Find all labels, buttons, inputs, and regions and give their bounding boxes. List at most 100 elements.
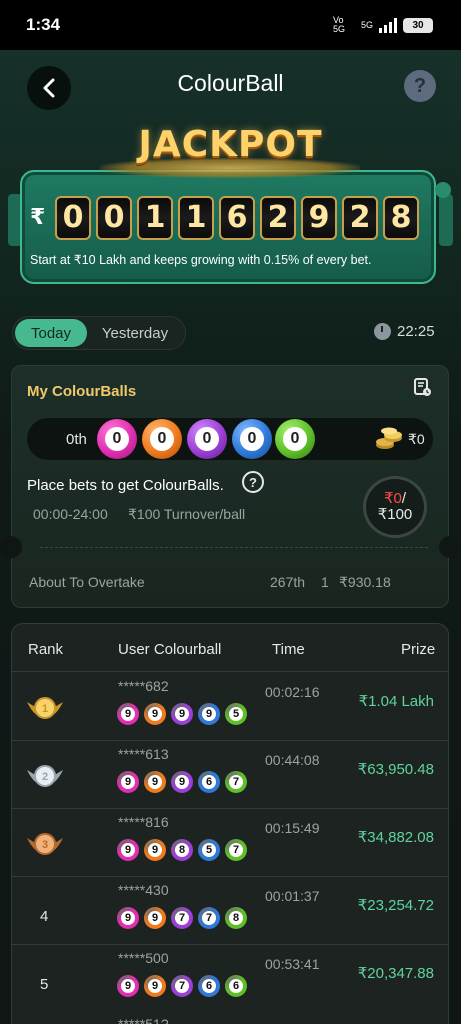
colour-ball: 8: [171, 839, 193, 861]
overtake-count: 1: [321, 574, 329, 590]
active-hours: 00:00-24:00: [33, 506, 108, 522]
jackpot-counter: 0 0 1 1 6 2 9 2 8: [55, 196, 419, 240]
stopwatch-icon: [374, 323, 391, 340]
ball-number: 7: [229, 843, 243, 857]
my-ball: 0: [232, 419, 272, 459]
ball-number: 9: [175, 707, 189, 721]
colour-ball: 7: [225, 839, 247, 861]
colour-ball: 9: [144, 703, 166, 725]
help-button[interactable]: ?: [404, 70, 436, 102]
row-prize: ₹34,882.08: [357, 829, 434, 846]
jackpot-digit: 9: [301, 196, 337, 240]
row-divider: [12, 740, 448, 741]
status-icons: Vo 5G 5G 30: [333, 16, 433, 34]
place-bets-text: Place bets to get ColourBalls.: [27, 477, 224, 494]
divider: [40, 547, 428, 548]
user-id: *****430: [118, 882, 169, 898]
progress-current: ₹0: [383, 490, 402, 507]
gold-medal-icon: 1: [27, 697, 63, 719]
question-icon[interactable]: ?: [242, 471, 264, 493]
countdown: 22:25: [374, 323, 435, 340]
user-id: *****816: [118, 814, 169, 830]
row-prize: ₹63,950.48: [357, 761, 434, 778]
ball-number: 8: [229, 911, 243, 925]
silver-medal-icon: 2: [27, 765, 63, 787]
progress-slash: /: [401, 490, 407, 507]
colour-ball: 9: [144, 839, 166, 861]
ball-number: 9: [148, 707, 162, 721]
jackpot-digit: 0: [55, 196, 91, 240]
jackpot-digit: 1: [178, 196, 214, 240]
user-id: *****500: [118, 950, 169, 966]
ball-number: 6: [202, 775, 216, 789]
countdown-time: 22:25: [397, 323, 435, 340]
ball-number: 7: [229, 775, 243, 789]
colour-ball: 9: [171, 771, 193, 793]
my-ball: 0: [97, 419, 137, 459]
ball-number: 9: [121, 911, 135, 925]
colour-ball: 7: [171, 907, 193, 929]
colour-ball: 9: [117, 839, 139, 861]
volte-indicator: Vo 5G: [332, 15, 345, 34]
row-divider: [12, 944, 448, 945]
ball-number: 9: [148, 911, 162, 925]
colour-ball: 9: [117, 907, 139, 929]
colour-ball: 5: [198, 839, 220, 861]
jackpot-digit: 1: [137, 196, 173, 240]
svg-text:2: 2: [42, 771, 48, 783]
ball-number: 5: [202, 843, 216, 857]
row-divider: [12, 808, 448, 809]
overtake-rank: 267th: [270, 574, 306, 590]
jackpot-digit: 2: [342, 196, 378, 240]
colour-ball: 6: [198, 771, 220, 793]
ball-number: 9: [175, 775, 189, 789]
status-bar: 1:34 Vo 5G 5G 30: [0, 0, 461, 50]
rank-number: 5: [40, 976, 49, 993]
jackpot-knob: [435, 182, 451, 198]
my-ball-strip: [27, 418, 433, 460]
my-ball: 0: [275, 419, 315, 459]
ball-number: 9: [121, 979, 135, 993]
colour-ball: 9: [171, 703, 193, 725]
my-colourballs-title: My ColourBalls: [27, 383, 137, 400]
tab-today[interactable]: Today: [15, 319, 87, 347]
row-divider: [12, 876, 448, 877]
colour-ball: 9: [117, 975, 139, 997]
svg-text:1: 1: [42, 703, 48, 715]
jackpot-currency: ₹: [30, 204, 46, 229]
ball-number: 6: [229, 979, 243, 993]
ball-number: 5: [229, 707, 243, 721]
colour-ball: 9: [198, 703, 220, 725]
colour-ball: 6: [198, 975, 220, 997]
user-id: *****613: [118, 746, 169, 762]
ball-number: 9: [148, 775, 162, 789]
tab-yesterday[interactable]: Yesterday: [87, 319, 183, 347]
ball-number: 6: [202, 979, 216, 993]
colour-ball: 8: [225, 907, 247, 929]
partial-user-id: *****51?: [118, 1016, 169, 1024]
header-rank: Rank: [28, 641, 64, 658]
signal-icon: [379, 17, 397, 33]
svg-text:3: 3: [42, 839, 48, 851]
battery-icon: 30: [403, 17, 433, 33]
ball-number: 7: [202, 911, 216, 925]
colour-ball: 9: [144, 975, 166, 997]
jackpot-digit: 6: [219, 196, 255, 240]
header-user-colourball: User Colourball: [118, 641, 222, 658]
colour-ball: 9: [117, 771, 139, 793]
colour-ball: 7: [198, 907, 220, 929]
bet-history-icon[interactable]: [412, 377, 432, 397]
overtake-prize: ₹930.18: [339, 574, 391, 590]
jackpot-title: JACKPOT: [138, 124, 323, 165]
turnover-rule: ₹100 Turnover/ball: [128, 506, 246, 522]
ball-number: 7: [175, 979, 189, 993]
jackpot-handle-right: [439, 194, 453, 246]
ball-number: 9: [121, 707, 135, 721]
ball-number: 7: [175, 911, 189, 925]
turnover-progress: ₹0/ ₹100: [363, 476, 427, 538]
user-id: *****682: [118, 678, 169, 694]
my-rank: 0th: [66, 431, 87, 448]
ball-number: 9: [202, 707, 216, 721]
my-ball: 0: [187, 419, 227, 459]
row-divider: [12, 671, 448, 672]
